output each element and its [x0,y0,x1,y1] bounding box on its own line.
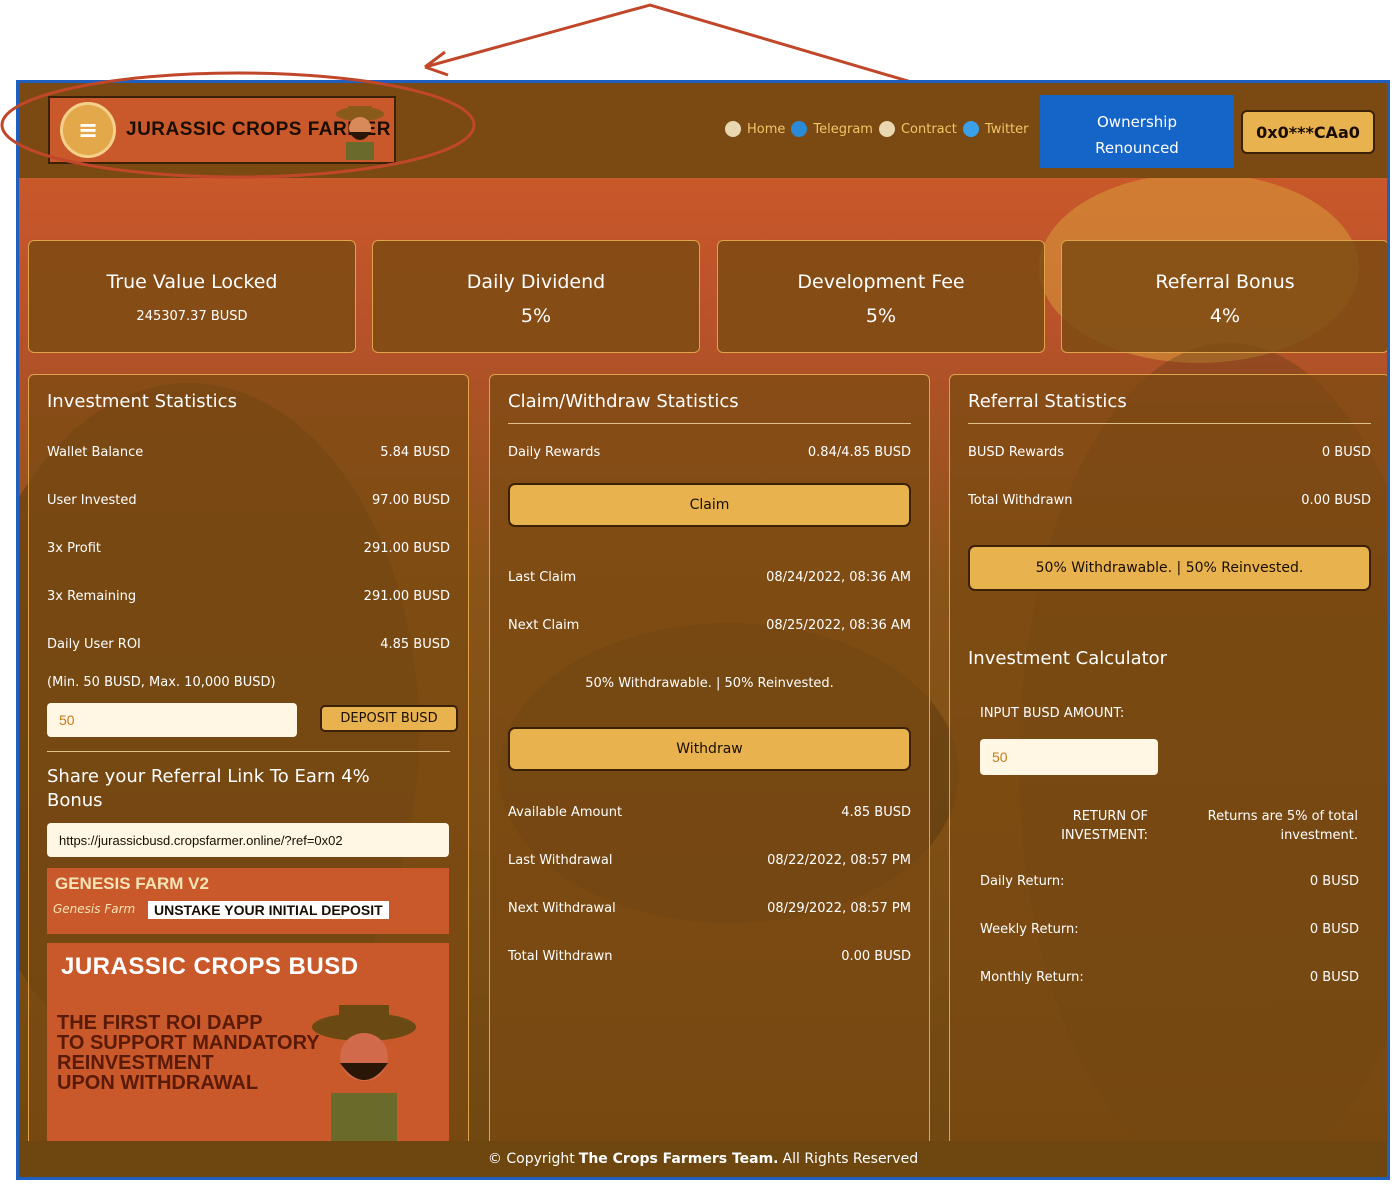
annotation-ellipse [0,71,476,179]
annotation-overlay-top [0,71,476,179]
